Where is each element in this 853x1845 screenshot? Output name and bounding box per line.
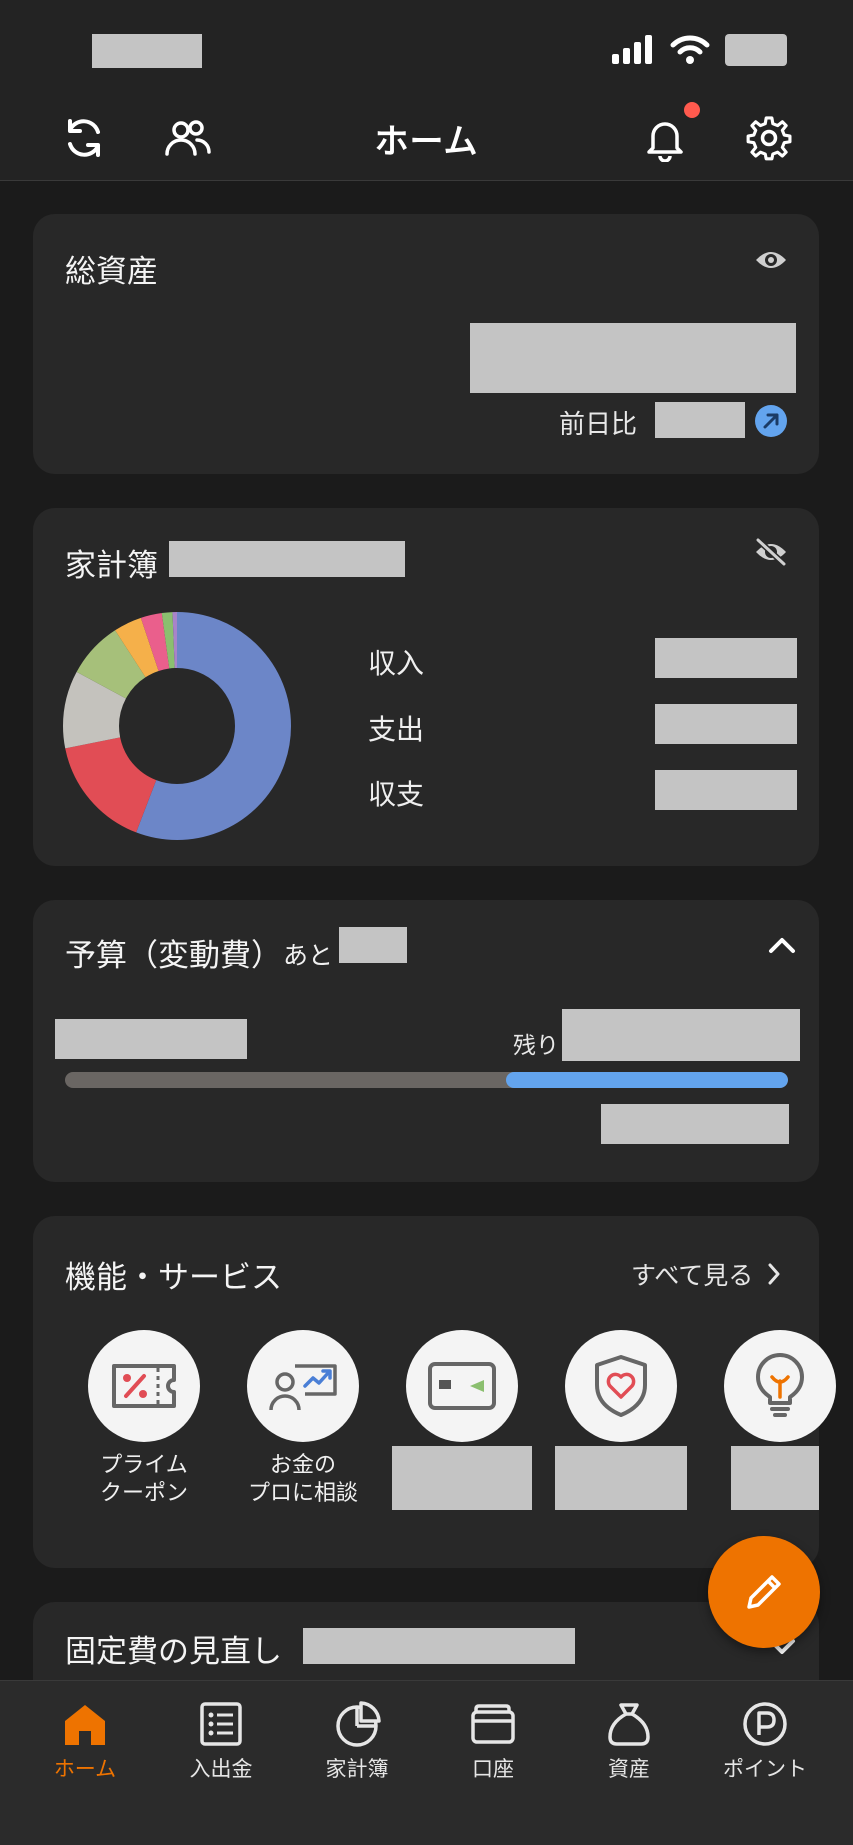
budget-title: 予算（変動費） <box>65 938 282 974</box>
chevron-up-icon[interactable] <box>767 934 797 956</box>
money-bag-icon <box>608 1703 650 1746</box>
status-bar <box>0 0 853 100</box>
settings-button[interactable] <box>741 110 797 166</box>
expense-donut-chart[interactable] <box>63 612 291 840</box>
income-label: 収入 <box>368 647 425 680</box>
services-title: 機能・サービス <box>65 1260 282 1296</box>
lightbulb-service-button[interactable] <box>724 1330 836 1442</box>
tab-accounts-label: 口座 <box>472 1757 514 1781</box>
day-over-day-value-redacted <box>655 402 745 438</box>
total-assets-title: 総資産 <box>65 254 158 290</box>
tab-assets-label: 資産 <box>608 1757 650 1781</box>
budget-suffix: あと <box>283 941 334 970</box>
budget-used-redacted <box>55 1019 247 1059</box>
balance-label: 収支 <box>368 778 425 811</box>
home-indicator <box>0 1791 853 1845</box>
fixed-costs-value-redacted <box>303 1628 575 1664</box>
lightbulb-icon <box>756 1353 804 1417</box>
gear-icon <box>746 116 792 161</box>
signal-icon <box>612 35 652 64</box>
card-icon <box>428 1362 496 1410</box>
budget-days-redacted <box>339 927 407 963</box>
tab-home[interactable]: ホーム <box>14 1681 156 1791</box>
household-period-redacted <box>169 541 405 577</box>
day-over-day-label: 前日比 <box>559 410 638 440</box>
prime-coupon-button[interactable] <box>88 1330 200 1442</box>
budget-progress-fill <box>506 1072 788 1088</box>
insurance-icon <box>595 1355 647 1417</box>
lightbulb-service-label-redacted <box>731 1446 819 1510</box>
expense-label: 支出 <box>368 713 425 746</box>
income-value-redacted <box>655 638 797 678</box>
tab-household[interactable]: 家計簿 <box>286 1681 428 1791</box>
tab-transactions-label: 入出金 <box>189 1757 253 1781</box>
consult-pro-button[interactable] <box>247 1330 359 1442</box>
tab-assets[interactable]: 資産 <box>558 1681 700 1791</box>
tab-household-label: 家計簿 <box>325 1757 389 1781</box>
fixed-costs-title: 固定費の見直し <box>65 1634 282 1670</box>
total-assets-card[interactable]: 総資産 前日比 <box>33 214 819 474</box>
insurance-service-label-redacted <box>555 1446 687 1510</box>
consult-icon <box>269 1364 337 1411</box>
status-time-redacted <box>92 34 202 68</box>
household-title: 家計簿 <box>65 548 158 584</box>
bottom-tab-bar: ホーム 入出金 家計簿 口座 資産 ポイント <box>0 1680 853 1845</box>
add-entry-fab[interactable] <box>708 1536 820 1648</box>
expense-value-redacted <box>655 704 797 744</box>
tab-points[interactable]: ポイント <box>694 1681 836 1791</box>
bell-icon <box>647 122 683 162</box>
list-icon <box>200 1702 242 1746</box>
insurance-service-button[interactable] <box>565 1330 677 1442</box>
remaining-label: 残り <box>513 1033 559 1059</box>
remaining-amount-redacted <box>562 1009 800 1061</box>
card-service-button[interactable] <box>406 1330 518 1442</box>
see-all-link[interactable]: すべて見る <box>631 1256 781 1292</box>
total-assets-amount-redacted <box>470 323 796 393</box>
card-service-label-redacted <box>392 1446 532 1510</box>
prime-coupon-label: プライム クーポン <box>99 1453 188 1506</box>
budget-progress-track <box>65 1072 788 1088</box>
eye-off-icon[interactable] <box>754 537 788 567</box>
consult-pro-label: お金の プロに相談 <box>247 1453 358 1506</box>
notification-dot <box>684 102 700 118</box>
home-icon <box>65 1705 105 1745</box>
notifications-button[interactable] <box>637 110 693 166</box>
tab-transactions[interactable]: 入出金 <box>150 1681 292 1791</box>
battery-redacted <box>725 34 787 66</box>
eye-icon[interactable] <box>754 247 788 273</box>
coupon-icon <box>112 1364 176 1408</box>
tab-home-label: ホーム <box>53 1757 117 1781</box>
wallet-icon <box>471 1704 515 1744</box>
tab-accounts[interactable]: 口座 <box>422 1681 564 1791</box>
chevron-right-icon <box>768 1263 780 1285</box>
budget-card[interactable]: 予算（変動費） あと 残り <box>33 900 819 1182</box>
tab-points-label: ポイント <box>723 1757 807 1781</box>
pencil-icon <box>747 1575 781 1609</box>
balance-value-redacted <box>655 770 797 810</box>
arrow-up-right-icon <box>755 405 787 437</box>
page-title: ホーム <box>374 122 479 162</box>
wifi-icon <box>670 35 710 64</box>
pie-chart-icon <box>336 1701 381 1747</box>
app-header: ホーム <box>0 100 853 181</box>
budget-total-redacted <box>601 1104 789 1144</box>
household-card[interactable]: 家計簿 収入 支出 収支 <box>33 508 819 866</box>
see-all-label: すべて見る <box>631 1261 754 1290</box>
point-icon <box>743 1702 787 1746</box>
